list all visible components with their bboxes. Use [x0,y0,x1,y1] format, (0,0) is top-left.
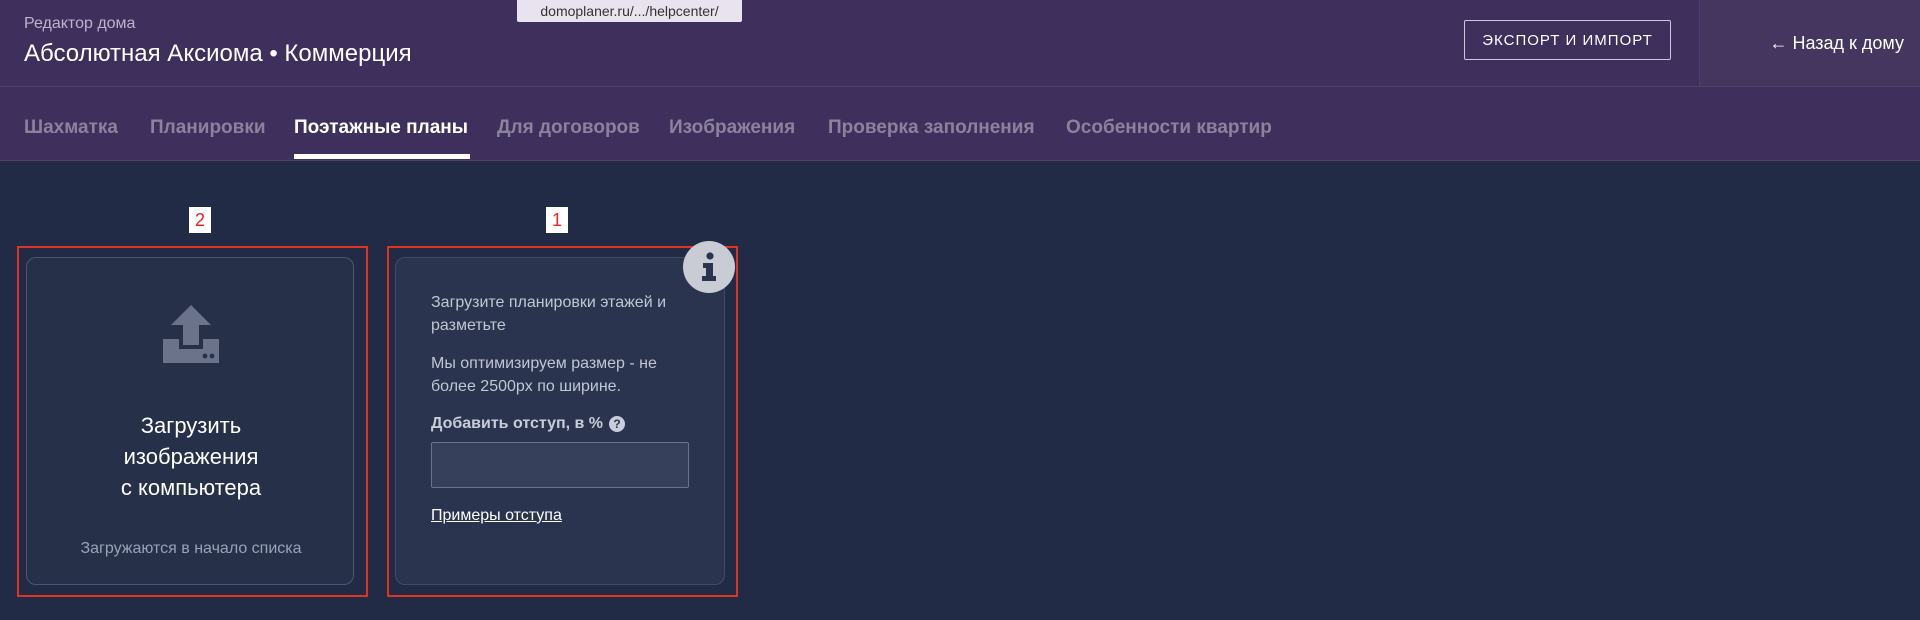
tab-layouts[interactable]: Планировки [150,117,266,139]
tab-apartment-features[interactable]: Особенности квартир [1066,117,1272,139]
page-subtitle: Редактор дома [24,15,136,32]
export-import-button[interactable]: Экспорт и импорт [1464,20,1671,60]
app-header: Редактор дома Абсолютная Аксиома • Комме… [0,0,1920,87]
upload-images-card[interactable]: Загрузить изображения с компьютера Загру… [26,257,354,585]
info-icon [702,252,716,281]
tab-contracts[interactable]: Для договоров [497,117,640,139]
annotation-marker-1: 1 [546,207,568,233]
offset-input[interactable] [431,442,689,488]
url-tooltip: domoplaner.ru/.../helpcenter/ [517,0,742,22]
tab-floor-plans[interactable]: Поэтажные планы [294,117,468,139]
active-tab-indicator [294,154,470,159]
upload-title: Загрузить изображения с компьютера [120,413,262,500]
floor-plan-info-card: Загрузите планировки этажей и разметьте … [395,257,725,585]
question-icon[interactable]: ? [609,416,626,432]
tab-fill-check[interactable]: Проверка заполнения [828,117,1035,139]
info-text-size: Мы оптимизируем размер - не более 2500px… [431,355,657,395]
upload-hint: Загружаются в начало списка [80,540,302,557]
annotation-marker-2: 2 [189,207,211,233]
page-title: Абсолютная Аксиома • Коммерция [24,40,412,67]
info-text-upload: Загрузите планировки этажей и разметьте [431,294,667,334]
offset-examples-link[interactable]: Примеры отступа [431,507,562,525]
info-button[interactable] [683,241,735,293]
offset-label: Добавить отступ, в % [431,415,604,432]
tab-bar: Шахматка Планировки Поэтажные планы Для … [0,87,1920,161]
back-to-house-link[interactable]: ← Назад к дому [1699,0,1920,86]
upload-icon [163,305,219,363]
offset-label-row: Добавить отступ, в % ? [431,415,626,433]
tab-chessboard[interactable]: Шахматка [24,117,118,139]
tab-images[interactable]: Изображения [669,117,795,139]
